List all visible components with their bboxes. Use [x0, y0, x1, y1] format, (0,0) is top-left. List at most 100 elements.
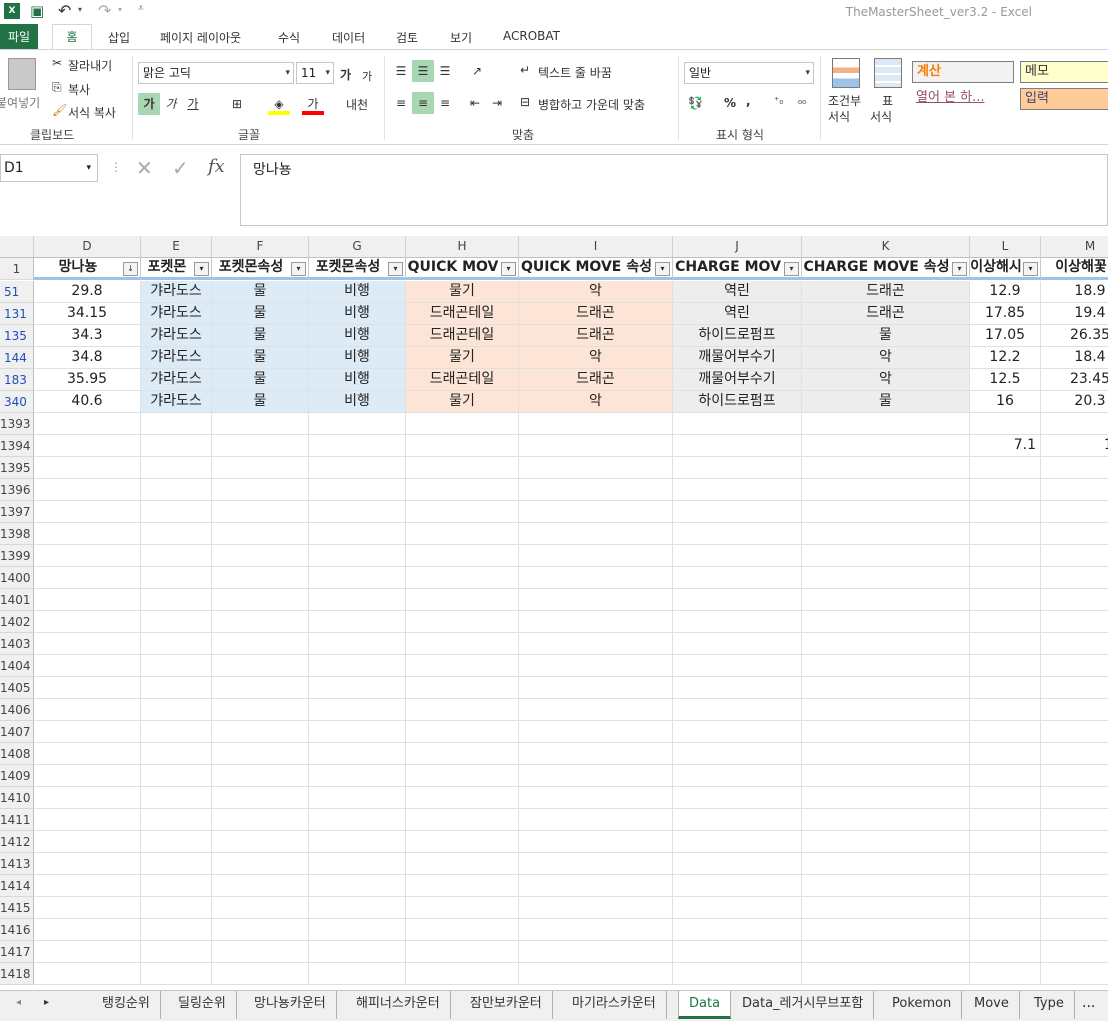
table-cell[interactable]: [802, 721, 970, 743]
header-cell[interactable]: 이상해꽃: [1041, 258, 1108, 280]
table-cell[interactable]: 악: [519, 391, 673, 413]
scroll-left-icon[interactable]: ◂: [16, 997, 21, 1008]
table-cell[interactable]: [1041, 765, 1108, 787]
row-header[interactable]: 1416: [0, 919, 34, 941]
table-cell[interactable]: [212, 655, 309, 677]
table-cell[interactable]: 드래곤: [519, 369, 673, 391]
table-cell[interactable]: [802, 567, 970, 589]
table-cell[interactable]: [673, 875, 802, 897]
fill-color-icon[interactable]: ◈: [268, 93, 290, 115]
table-cell[interactable]: [309, 831, 406, 853]
table-cell[interactable]: [970, 457, 1041, 479]
table-cell[interactable]: [519, 633, 673, 655]
table-cell[interactable]: [141, 875, 212, 897]
table-cell[interactable]: [406, 787, 519, 809]
column-header-e[interactable]: E: [141, 236, 212, 258]
table-cell[interactable]: [212, 633, 309, 655]
table-cell[interactable]: [141, 545, 212, 567]
table-cell[interactable]: 악: [802, 369, 970, 391]
table-cell[interactable]: [802, 897, 970, 919]
table-cell[interactable]: [970, 787, 1041, 809]
table-cell[interactable]: [141, 611, 212, 633]
table-cell[interactable]: [141, 633, 212, 655]
table-cell[interactable]: 물: [212, 347, 309, 369]
table-cell[interactable]: [309, 501, 406, 523]
table-cell[interactable]: [309, 523, 406, 545]
table-cell[interactable]: [212, 809, 309, 831]
row-header[interactable]: 1408: [0, 743, 34, 765]
table-cell[interactable]: [309, 721, 406, 743]
italic-button[interactable]: 가: [160, 93, 182, 115]
table-cell[interactable]: [802, 611, 970, 633]
sheet-tab[interactable]: Move: [964, 991, 1020, 1019]
table-cell[interactable]: [406, 809, 519, 831]
table-cell[interactable]: [406, 413, 519, 435]
table-cell[interactable]: 물: [212, 391, 309, 413]
table-cell[interactable]: 18.9: [1041, 281, 1108, 303]
table-cell[interactable]: [519, 457, 673, 479]
table-cell[interactable]: [802, 765, 970, 787]
table-cell[interactable]: 40.6: [34, 391, 141, 413]
row-header[interactable]: 1412: [0, 831, 34, 853]
decrease-decimal-icon[interactable]: ₀₀: [798, 96, 806, 107]
undo-dropdown-icon[interactable]: ▾: [78, 5, 82, 14]
table-cell[interactable]: [309, 611, 406, 633]
table-cell[interactable]: [673, 897, 802, 919]
sort-descending-icon[interactable]: ↓: [123, 262, 138, 276]
table-cell[interactable]: [519, 655, 673, 677]
table-cell[interactable]: [1041, 875, 1108, 897]
table-cell[interactable]: [673, 479, 802, 501]
table-cell[interactable]: [673, 919, 802, 941]
row-header[interactable]: 1397: [0, 501, 34, 523]
table-cell[interactable]: [1041, 699, 1108, 721]
number-format-select[interactable]: 일반 ▾: [684, 62, 814, 84]
table-cell[interactable]: 하이드로펌프: [673, 325, 802, 347]
table-cell[interactable]: 갸라도스: [141, 303, 212, 325]
table-cell[interactable]: [406, 853, 519, 875]
table-cell[interactable]: [212, 941, 309, 963]
table-cell[interactable]: [970, 699, 1041, 721]
filter-active-icon[interactable]: ▾: [194, 262, 209, 276]
table-cell[interactable]: [519, 435, 673, 457]
table-cell[interactable]: [802, 655, 970, 677]
table-cell[interactable]: [802, 501, 970, 523]
row-header[interactable]: 183: [0, 369, 34, 391]
table-cell[interactable]: [519, 919, 673, 941]
table-cell[interactable]: [1041, 743, 1108, 765]
table-cell[interactable]: [212, 589, 309, 611]
table-cell[interactable]: [802, 831, 970, 853]
currency-icon[interactable]: 💱: [688, 96, 703, 110]
table-cell[interactable]: [673, 743, 802, 765]
table-cell[interactable]: [519, 787, 673, 809]
row-header[interactable]: 1411: [0, 809, 34, 831]
row-header[interactable]: 1398: [0, 523, 34, 545]
table-cell[interactable]: 34.8: [34, 347, 141, 369]
table-cell[interactable]: [212, 721, 309, 743]
table-cell[interactable]: [141, 853, 212, 875]
row-header[interactable]: 144: [0, 347, 34, 369]
table-cell[interactable]: [212, 831, 309, 853]
table-cell[interactable]: [673, 853, 802, 875]
table-cell[interactable]: [141, 941, 212, 963]
table-cell[interactable]: [970, 963, 1041, 985]
tab-page-layout[interactable]: 페이지 레이아웃: [160, 29, 241, 46]
table-cell[interactable]: [802, 743, 970, 765]
header-cell[interactable]: QUICK MOVE 속성: [519, 258, 673, 280]
table-cell[interactable]: [212, 545, 309, 567]
table-cell[interactable]: [970, 831, 1041, 853]
table-cell[interactable]: 드래곤: [802, 303, 970, 325]
table-cell[interactable]: [970, 897, 1041, 919]
table-cell[interactable]: [406, 611, 519, 633]
sheet-tab[interactable]: 해피너스카운터: [346, 991, 451, 1019]
table-cell[interactable]: [406, 677, 519, 699]
table-cell[interactable]: 비행: [309, 369, 406, 391]
align-left-icon[interactable]: ≡: [390, 92, 412, 114]
table-cell[interactable]: [141, 655, 212, 677]
decrease-indent-icon[interactable]: ⇤: [464, 92, 486, 114]
table-cell[interactable]: [519, 413, 673, 435]
filter-dropdown-icon[interactable]: ▾: [784, 262, 799, 276]
table-cell[interactable]: [406, 721, 519, 743]
align-middle-icon[interactable]: ☰: [412, 60, 434, 82]
table-cell[interactable]: 갸라도스: [141, 391, 212, 413]
row-header[interactable]: 1394: [0, 435, 34, 457]
